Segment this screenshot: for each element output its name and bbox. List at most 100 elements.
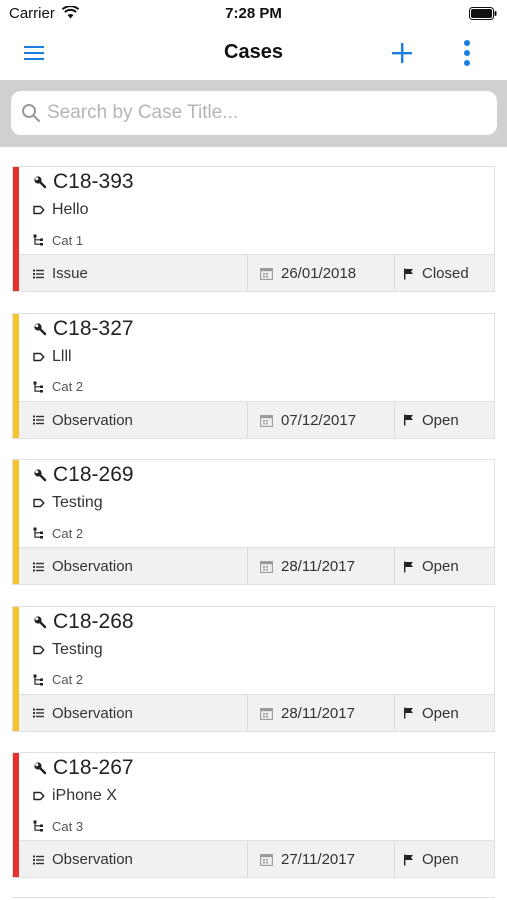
case-category-row: Cat 2 [33, 672, 83, 688]
case-title-row: iPhone X [33, 786, 117, 806]
case-category-row: Cat 2 [33, 525, 83, 541]
list-icon [33, 708, 44, 718]
case-type-cell: Observation [19, 401, 248, 438]
case-status: Closed [422, 265, 469, 282]
case-title: Testing [52, 494, 103, 511]
tag-icon [33, 352, 45, 362]
case-category: Cat 2 [52, 379, 84, 394]
case-status-cell: Open [395, 695, 494, 731]
case-id-row: C18-393 [33, 169, 134, 195]
case-card[interactable]: C18-393 Hello Cat 1 Issue 26/01/2018 Clo… [12, 166, 495, 292]
case-date-cell: 28/11/2017 [248, 548, 395, 584]
case-category: Cat 2 [52, 672, 84, 687]
case-id: C18-269 [53, 463, 134, 486]
case-footer: Observation 07/12/2017 Open [19, 400, 494, 438]
case-category-row: Cat 2 [33, 379, 83, 395]
search-box[interactable] [11, 91, 497, 135]
more-options-button[interactable] [457, 38, 477, 68]
case-status-cell: Open [395, 841, 494, 877]
search-input[interactable] [47, 91, 487, 135]
case-id-row: C18-268 [33, 609, 134, 635]
case-status-cell: Closed [395, 255, 494, 291]
case-type: Observation [52, 704, 133, 722]
wrench-icon [33, 468, 47, 482]
case-id-row: C18-267 [33, 755, 134, 781]
case-date-cell: 27/11/2017 [248, 841, 395, 877]
case-category-row: Cat 3 [33, 818, 83, 834]
wrench-icon [33, 175, 47, 189]
flag-icon [403, 414, 414, 426]
flag-icon [403, 854, 414, 866]
case-type-cell: Observation [19, 694, 248, 731]
case-footer: Observation 28/11/2017 Open [19, 693, 494, 731]
case-date-cell: 07/12/2017 [248, 401, 395, 438]
navigation-bar: Cases [0, 28, 507, 80]
calendar-icon [260, 560, 273, 573]
case-card[interactable]: C18-327 Llll Cat 2 Observation 07/12/201… [12, 312, 495, 439]
flag-icon [403, 707, 414, 719]
case-type-cell: Issue [19, 255, 248, 291]
case-type: Observation [52, 851, 133, 868]
case-date: 26/01/2018 [281, 265, 357, 282]
case-id: C18-268 [53, 609, 134, 633]
tag-icon [33, 498, 45, 508]
case-status-cell: Open [395, 548, 494, 584]
list-icon [33, 855, 44, 865]
category-tree-icon [33, 820, 45, 832]
calendar-icon [260, 414, 273, 427]
case-title-row: Hello [33, 200, 88, 220]
wrench-icon [33, 615, 47, 629]
case-category-row: Cat 1 [33, 232, 83, 248]
case-footer: Observation 28/11/2017 Open [19, 547, 494, 584]
status-time: 7:28 PM [225, 5, 282, 22]
case-category: Cat 1 [52, 232, 84, 248]
case-category: Cat 3 [52, 818, 84, 834]
case-id-row: C18-269 [33, 462, 134, 488]
case-card[interactable]: C18-267 iPhone X Cat 3 Observation 27/11… [12, 752, 495, 878]
case-title-row: Llll [33, 347, 72, 367]
calendar-icon [260, 707, 273, 720]
page-title: Cases [224, 41, 283, 63]
case-id-row: C18-327 [33, 316, 134, 342]
case-date: 28/11/2017 [281, 558, 355, 575]
case-date: 27/11/2017 [281, 851, 355, 868]
case-id: C18-327 [53, 316, 134, 340]
case-type-cell: Observation [19, 548, 248, 584]
plus-icon [392, 43, 412, 63]
category-tree-icon [33, 527, 45, 539]
list-icon [33, 415, 44, 425]
case-date: 07/12/2017 [281, 411, 357, 429]
case-card[interactable]: C18-268 Testing Cat 2 Observation 28/11/… [12, 605, 495, 732]
tag-icon [33, 791, 45, 801]
case-type: Issue [52, 265, 88, 282]
category-tree-icon [33, 674, 45, 686]
case-title: iPhone X [52, 787, 117, 804]
case-category: Cat 2 [52, 525, 84, 541]
add-case-button[interactable] [387, 38, 417, 68]
case-status: Open [422, 851, 459, 868]
search-area [0, 80, 507, 147]
case-footer: Issue 26/01/2018 Closed [19, 254, 494, 291]
status-bar: Carrier 7:28 PM [0, 0, 507, 28]
case-list: C18-393 Hello Cat 1 Issue 26/01/2018 Clo… [12, 166, 495, 899]
case-type: Observation [52, 558, 133, 575]
case-title-row: Testing [33, 640, 103, 660]
search-icon [21, 103, 41, 128]
case-date-cell: 26/01/2018 [248, 255, 395, 291]
case-status-cell: Open [395, 402, 494, 438]
tag-icon [33, 205, 45, 215]
case-type-cell: Observation [19, 841, 248, 877]
case-date: 28/11/2017 [281, 704, 355, 722]
case-title-row: Testing [33, 493, 103, 513]
vertical-dots-icon [464, 40, 470, 66]
case-status: Open [422, 411, 459, 429]
case-title: Llll [52, 347, 72, 365]
case-status: Open [422, 558, 459, 575]
case-card[interactable]: C18-269 Testing Cat 2 Observation 28/11/… [12, 459, 495, 585]
case-id: C18-393 [53, 170, 134, 193]
case-type: Observation [52, 411, 133, 429]
case-title: Testing [52, 640, 103, 658]
calendar-icon [260, 853, 273, 866]
wrench-icon [33, 322, 47, 336]
wrench-icon [33, 761, 47, 775]
